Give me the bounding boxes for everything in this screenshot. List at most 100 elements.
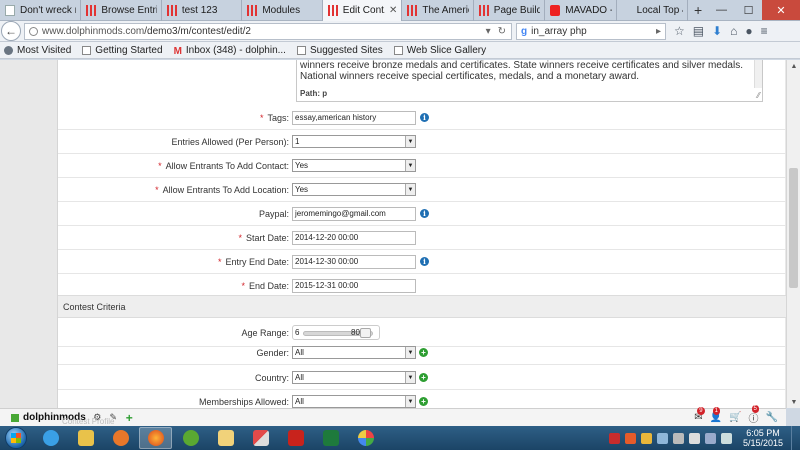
age-max-value[interactable]: 80 xyxy=(351,328,360,337)
add-country-icon[interactable]: + xyxy=(419,373,428,382)
menu-icon[interactable]: ≡ xyxy=(761,24,768,38)
tray-app-icon[interactable] xyxy=(640,432,652,444)
scroll-up-icon[interactable]: ▲ xyxy=(787,60,800,72)
add-gender-icon[interactable]: + xyxy=(419,348,428,357)
taskbar-excel[interactable] xyxy=(314,427,347,449)
bookmark-label: Web Slice Gallery xyxy=(406,44,487,56)
browser-tab[interactable]: The America... xyxy=(402,0,474,21)
taskbar-explorer[interactable] xyxy=(69,427,102,449)
browser-tab[interactable]: Browse Entrie... xyxy=(81,0,162,21)
resize-grip-icon[interactable]: ⁄⁄ xyxy=(757,91,760,100)
required-marker: * xyxy=(241,280,245,291)
system-clock[interactable]: 6:05 PM 5/15/2015 xyxy=(737,428,791,448)
reload-icon[interactable]: ↻ xyxy=(498,26,506,37)
friends-button[interactable]: 👤 1 xyxy=(710,407,722,423)
memberships-select[interactable]: All ▼ xyxy=(292,395,416,408)
tray-app-icon[interactable] xyxy=(672,432,684,444)
address-bar[interactable]: www.dolphinmods.com/demo3/m/contest/edit… xyxy=(24,22,512,40)
description-editor[interactable]: winners receive bronze medals and certif… xyxy=(296,60,763,102)
taskbar-ie[interactable] xyxy=(34,427,67,449)
chat-icon[interactable]: ● xyxy=(745,24,752,38)
frog-icon xyxy=(182,430,199,446)
search-box[interactable]: g in_array php ▸ xyxy=(516,22,666,40)
age-range-slider[interactable]: 6 80 xyxy=(292,325,380,340)
tab-title: Page Builder xyxy=(493,5,540,16)
scrollbar-thumb[interactable] xyxy=(789,168,798,288)
bookmark-suggested-sites[interactable]: Suggested Sites xyxy=(296,45,383,56)
search-go-icon[interactable]: ▸ xyxy=(656,26,665,37)
browser-tab[interactable]: Modules xyxy=(242,0,323,21)
entry-end-date-input[interactable]: 2014-12-30 00:00 xyxy=(292,254,416,269)
reading-list-icon[interactable]: ▤ xyxy=(693,24,704,38)
dolphin-icon xyxy=(166,5,177,16)
required-marker: * xyxy=(155,184,159,195)
bookmark-inbox[interactable]: M Inbox (348) - dolphin... xyxy=(174,45,286,57)
taskbar-firefox[interactable] xyxy=(139,427,172,449)
end-date-input[interactable]: 2015-12-31 00:00 xyxy=(292,278,416,293)
back-button[interactable]: ← xyxy=(1,21,21,41)
browser-tab[interactable]: Local Top 40 xyxy=(617,0,689,21)
country-select[interactable]: All ▼ xyxy=(292,371,416,384)
taskbar-paint[interactable] xyxy=(349,427,382,449)
taskbar-photo-viewer[interactable] xyxy=(209,427,242,449)
dolphin-icon xyxy=(247,5,258,16)
end-date-label: * End Date: xyxy=(241,280,289,291)
browser-tab[interactable]: Don't wreck r... xyxy=(0,0,82,21)
new-tab-button[interactable]: + xyxy=(688,0,708,20)
allow-location-select[interactable]: Yes ▼ xyxy=(292,183,416,196)
bookmark-getting-started[interactable]: Getting Started xyxy=(82,45,163,56)
taskbar-frog-app[interactable] xyxy=(174,427,207,449)
flag-icon[interactable] xyxy=(688,432,700,444)
slider-handle[interactable] xyxy=(360,328,371,338)
bookmark-web-slice-gallery[interactable]: Web Slice Gallery xyxy=(393,44,487,56)
close-tab-icon[interactable]: ✕ xyxy=(389,5,397,16)
page-scrollbar[interactable]: ▲ ▼ xyxy=(786,60,800,408)
add-membership-icon[interactable]: + xyxy=(419,397,428,406)
tray-app-icon[interactable] xyxy=(624,432,636,444)
browser-tab[interactable]: Page Builder xyxy=(474,0,546,21)
browser-tab[interactable]: test 123 xyxy=(162,0,243,21)
browser-tab-active[interactable]: Edit Cont... ✕ xyxy=(322,0,403,21)
bookmark-star-icon[interactable]: ☆ xyxy=(674,24,685,38)
url-path: /demo3/m/contest/edit/2 xyxy=(144,25,251,37)
notifications-button[interactable]: ⓘ 5 xyxy=(749,405,759,425)
dropdown-arrow-icon[interactable]: ▾ xyxy=(486,26,491,37)
age-min-value[interactable]: 6 xyxy=(295,328,307,337)
start-button[interactable] xyxy=(5,427,27,449)
scroll-down-icon[interactable]: ▼ xyxy=(787,396,800,408)
home-icon[interactable]: ⌂ xyxy=(730,24,737,38)
maximize-button[interactable]: ☐ xyxy=(735,0,762,20)
bookmark-most-visited[interactable]: Most Visited xyxy=(4,45,71,56)
entries-allowed-select[interactable]: 1 ▼ xyxy=(292,135,416,148)
paypal-input[interactable]: jeromemingo@gmail.com xyxy=(292,206,416,221)
close-window-button[interactable]: ✕ xyxy=(762,0,800,20)
add-icon[interactable]: + xyxy=(124,411,135,425)
network-icon[interactable] xyxy=(656,432,668,444)
volume-icon[interactable] xyxy=(720,432,732,444)
editor-text[interactable]: winners receive bronze medals and certif… xyxy=(297,60,762,82)
minimize-button[interactable]: — xyxy=(708,0,735,20)
memberships-label: Memberships Allowed: xyxy=(198,396,289,407)
info-icon[interactable]: i xyxy=(420,113,429,122)
info-icon[interactable]: i xyxy=(420,257,429,266)
editor-scrollbar[interactable] xyxy=(754,60,762,88)
taskbar-filezilla[interactable] xyxy=(279,427,312,449)
info-icon[interactable]: i xyxy=(420,209,429,218)
cart-icon[interactable]: 🛒 xyxy=(729,412,741,423)
download-icon[interactable]: ⬇ xyxy=(712,24,722,38)
search-input[interactable]: in_array php xyxy=(531,26,587,37)
show-desktop-button[interactable] xyxy=(791,426,800,450)
start-date-input[interactable]: 2014-12-20 00:00 xyxy=(292,230,416,245)
tags-input[interactable]: essay,american history xyxy=(292,110,416,125)
acrobat-icon[interactable] xyxy=(608,432,620,444)
battery-icon[interactable] xyxy=(704,432,716,444)
country-label: Country: xyxy=(254,372,289,383)
taskbar-media-player[interactable] xyxy=(104,427,137,449)
taskbar-eraser-app[interactable] xyxy=(244,427,277,449)
page-icon xyxy=(393,45,403,55)
allow-contact-select[interactable]: Yes ▼ xyxy=(292,159,416,172)
browser-tab[interactable]: MAVADO - I... xyxy=(545,0,617,21)
gender-select[interactable]: All ▼ xyxy=(292,346,416,359)
wrench-icon[interactable]: 🔧 xyxy=(766,412,778,423)
mail-button[interactable]: ✉ 9 xyxy=(694,407,705,423)
